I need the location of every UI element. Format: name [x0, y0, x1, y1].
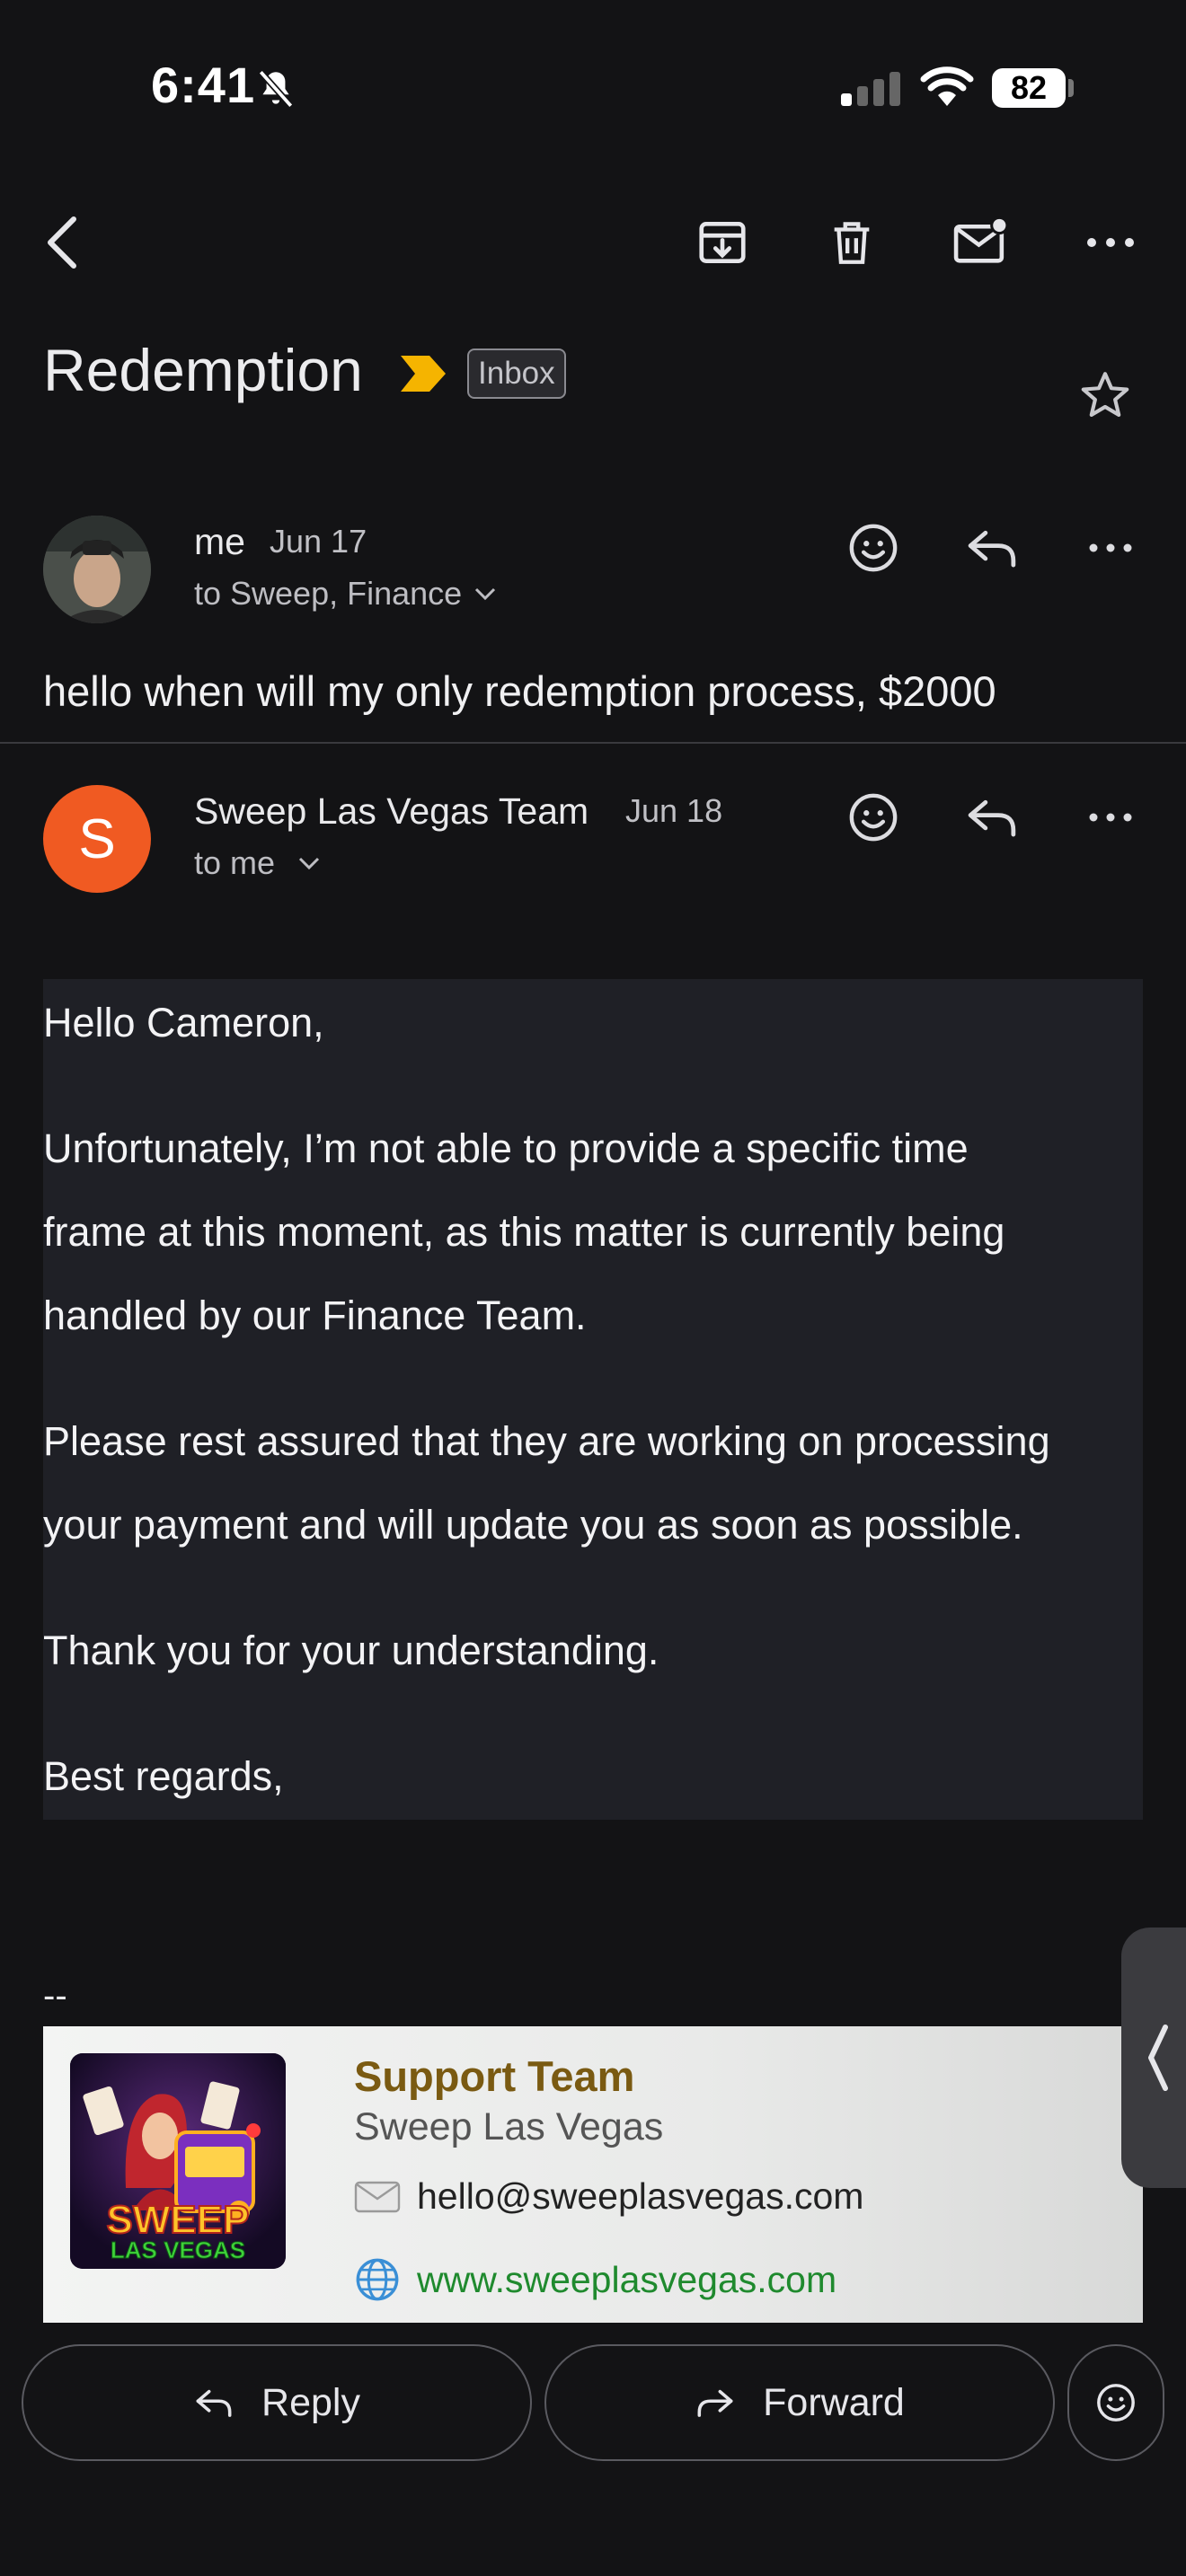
- body-p2-line2: your payment and will update you as soon…: [43, 1502, 1023, 1548]
- body-p1-line2: frame at this moment, as this matter is …: [43, 1209, 1005, 1255]
- more-horizontal-icon: [1087, 238, 1134, 247]
- emoji-icon: [1097, 2384, 1135, 2422]
- body-p1-line1: Unfortunately, I’m not able to provide a…: [43, 1125, 969, 1171]
- signature-card: SWEEP LAS VEGAS Support Team Sweep Las V…: [43, 2026, 1143, 2323]
- svg-text:LAS VEGAS: LAS VEGAS: [111, 2236, 245, 2263]
- back-arrow-icon: [48, 216, 76, 269]
- avatar-sender[interactable]: S: [43, 785, 151, 893]
- emoji-icon: [849, 793, 898, 842]
- body-p2-line1: Please rest assured that they are workin…: [43, 1418, 1050, 1464]
- message2-recipients: to me: [194, 844, 276, 881]
- cellular-signal-icon: [839, 70, 902, 106]
- back-button[interactable]: [27, 207, 99, 278]
- chevron-down-icon: [475, 587, 496, 601]
- chevron-down-icon: [298, 857, 320, 870]
- signature-website-row[interactable]: www.sweeplasvegas.com: [354, 2256, 836, 2303]
- message1-recipients: to Sweep, Finance: [194, 575, 463, 612]
- avatar-me[interactable]: [43, 516, 151, 623]
- archive-icon: [699, 222, 746, 263]
- message2-recipients-toggle[interactable]: to me: [194, 844, 322, 882]
- signature-name: Support Team: [354, 2052, 635, 2100]
- importance-marker-icon: [399, 354, 447, 393]
- body-greeting: Hello Cameron,: [43, 1000, 324, 1045]
- reply-button[interactable]: Reply: [22, 2344, 532, 2461]
- side-panel-handle[interactable]: [1121, 1928, 1186, 2188]
- forward-button[interactable]: Forward: [544, 2344, 1055, 2461]
- signature-website-link[interactable]: www.sweeplasvegas.com: [417, 2259, 836, 2301]
- message2-sender: Sweep Las Vegas Team: [194, 790, 589, 832]
- message1-recipients-toggle[interactable]: to Sweep, Finance: [194, 575, 498, 613]
- react-button[interactable]: [1067, 2344, 1164, 2461]
- reply-icon: [968, 530, 1016, 568]
- mark-unread-button[interactable]: [945, 207, 1017, 278]
- battery-tip: [1068, 79, 1074, 97]
- body-p1-line3: handled by our Finance Team.: [43, 1292, 587, 1338]
- reply-icon: [196, 2389, 232, 2417]
- body-closing: Best regards,: [43, 1753, 284, 1799]
- battery-indicator: 82: [992, 68, 1066, 108]
- reply-icon: [968, 799, 1016, 837]
- status-time: 6:41: [151, 57, 256, 113]
- signature-company: Sweep Las Vegas: [354, 2105, 664, 2148]
- message-divider: [0, 742, 1186, 744]
- emoji-icon: [849, 524, 898, 572]
- message1-sender: me: [194, 521, 245, 562]
- delete-button[interactable]: [816, 207, 888, 278]
- signature-separator: --: [43, 1976, 67, 2016]
- forward-icon: [697, 2389, 733, 2417]
- chevron-left-icon: [1148, 2025, 1168, 2091]
- mail-unread-icon: [953, 216, 1009, 263]
- message1-date: Jun 17: [270, 523, 367, 560]
- subject-title: Redemption: [43, 337, 363, 403]
- body-p3: Thank you for your understanding.: [43, 1628, 659, 1673]
- more-options-button[interactable]: [1075, 207, 1146, 278]
- star-outline-icon: [1081, 372, 1129, 418]
- reply-label: Reply: [261, 2380, 360, 2424]
- globe-icon: [356, 2258, 399, 2301]
- bell-muted-icon: [253, 66, 298, 111]
- more-horizontal-icon: [1089, 813, 1132, 822]
- envelope-icon: [354, 2181, 401, 2212]
- wifi-icon: [920, 65, 974, 108]
- message1-react-button[interactable]: [837, 512, 909, 584]
- archive-button[interactable]: [686, 207, 758, 278]
- message2-reply-button[interactable]: [956, 781, 1028, 853]
- star-button[interactable]: [1069, 359, 1141, 431]
- signature-email-row[interactable]: hello@sweeplasvegas.com: [354, 2175, 863, 2218]
- message2-date: Jun 18: [625, 792, 723, 829]
- message2-more-button[interactable]: [1075, 781, 1146, 853]
- message1-more-button[interactable]: [1075, 512, 1146, 584]
- sweep-las-vegas-logo: SWEEP LAS VEGAS: [70, 2053, 286, 2269]
- message1-snippet[interactable]: hello when will my only redemption proce…: [43, 666, 996, 716]
- email-screen: 6:41 82 Redemption Inbox me Jun 17 to Sw…: [0, 0, 1186, 2576]
- message1-reply-button[interactable]: [956, 512, 1028, 584]
- inbox-label-chip[interactable]: Inbox: [467, 348, 566, 399]
- more-horizontal-icon: [1089, 543, 1132, 552]
- svg-text:SWEEP: SWEEP: [107, 2198, 250, 2242]
- trash-icon: [834, 222, 870, 264]
- signature-email[interactable]: hello@sweeplasvegas.com: [417, 2175, 863, 2218]
- message2-react-button[interactable]: [837, 781, 909, 853]
- forward-label: Forward: [763, 2380, 905, 2424]
